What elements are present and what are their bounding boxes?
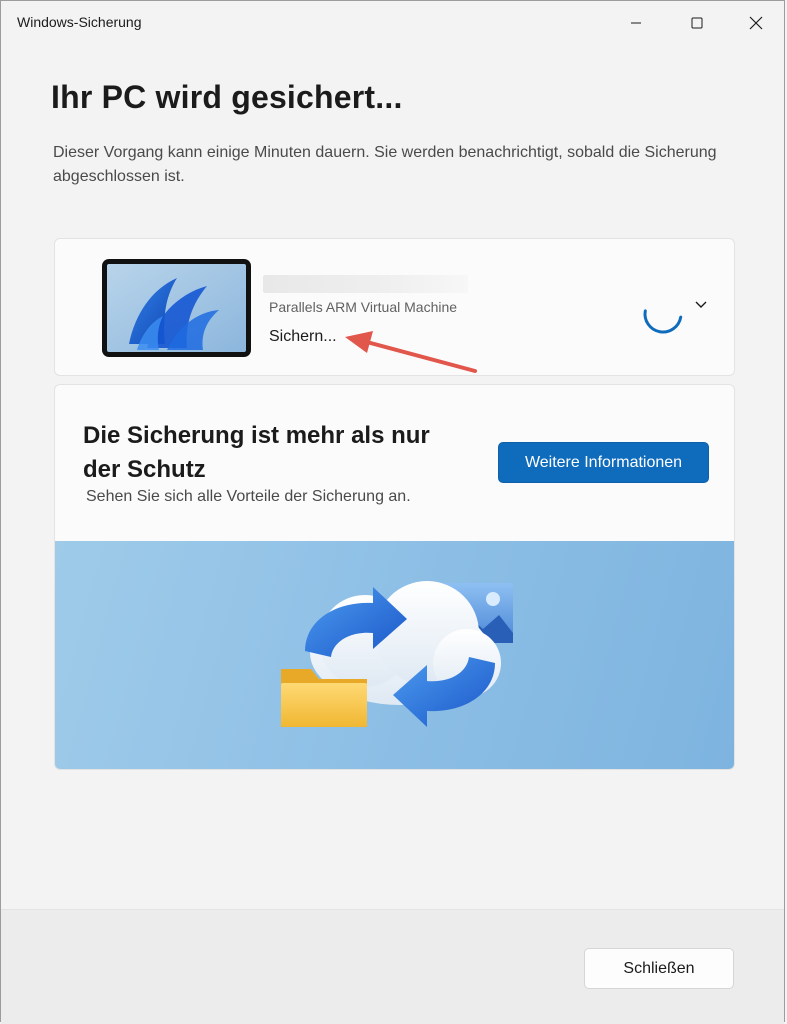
close-window-button[interactable] — [727, 1, 785, 45]
page-description: Dieser Vorgang kann einige Minuten dauer… — [53, 144, 717, 185]
device-thumbnail — [102, 259, 251, 357]
chevron-down-icon[interactable] — [694, 300, 708, 310]
maximize-button[interactable] — [668, 1, 726, 45]
device-model: Parallels ARM Virtual Machine — [269, 299, 458, 315]
windows-bloom-wallpaper — [107, 264, 246, 352]
minimize-icon — [631, 22, 641, 24]
promo-card: Die Sicherung ist mehr als nur der Schut… — [54, 384, 735, 770]
annotation-arrow — [345, 331, 477, 373]
cloud-sync-illustration — [281, 581, 513, 727]
close-icon — [749, 16, 763, 30]
title-bar[interactable]: Windows-Sicherung — [1, 1, 784, 45]
spinner-icon — [643, 309, 683, 334]
promo-description: Sehen Sie sich alle Vorteile der Sicheru… — [86, 488, 411, 505]
more-info-button[interactable]: Weitere Informationen — [498, 442, 709, 483]
page-title: Ihr PC wird gesichert... — [51, 79, 403, 115]
promo-illustration — [55, 541, 734, 769]
minimize-button[interactable] — [607, 1, 665, 45]
backup-window: Windows-Sicherung Ihr PC wird gesichert.… — [0, 0, 785, 1024]
device-name-redacted — [263, 275, 468, 293]
footer-bar: Schließen — [1, 909, 784, 1024]
maximize-icon — [691, 17, 703, 29]
promo-title: Die Sicherung ist mehr als nur der Schut… — [83, 422, 430, 483]
window-title: Windows-Sicherung — [17, 14, 142, 30]
close-button[interactable]: Schließen — [584, 948, 734, 989]
